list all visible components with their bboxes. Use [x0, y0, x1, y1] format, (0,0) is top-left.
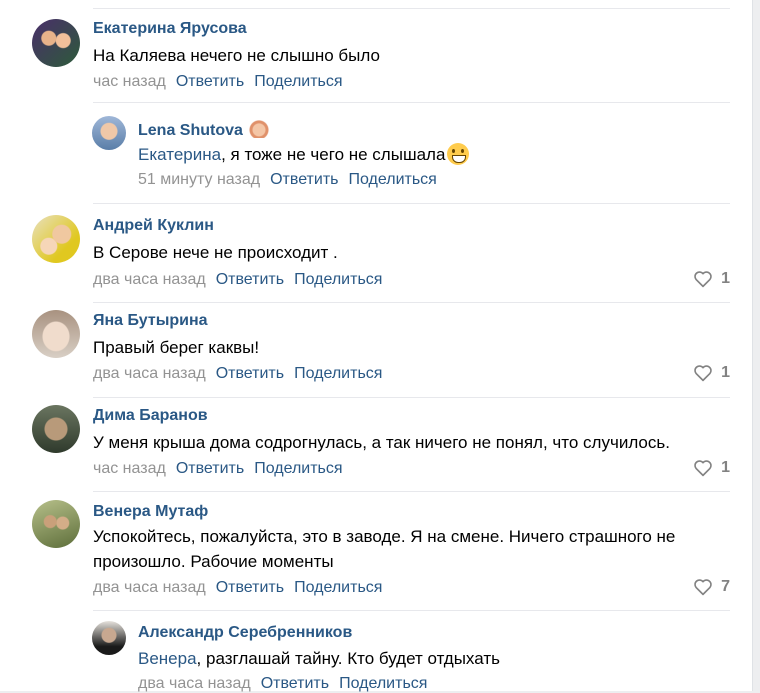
divider [93, 203, 730, 204]
like-button[interactable]: 1 [693, 270, 730, 288]
comment-text-line-2: произошло. Рабочие моменты [93, 552, 334, 571]
reply-to-link[interactable]: Екатерина [138, 145, 221, 164]
heart-icon [694, 460, 712, 477]
share-button[interactable]: Поделиться [294, 271, 382, 288]
like-count: 1 [721, 459, 730, 476]
comment-author[interactable]: Яна Бутырина [93, 312, 208, 330]
share-button[interactable]: Поделиться [254, 73, 342, 90]
comment-text: На Каляева нечего не слышно было [93, 46, 380, 65]
comment-meta: час назад Ответить Поделиться [93, 460, 343, 478]
emoji-badge-icon [248, 120, 269, 138]
avatar[interactable] [32, 310, 80, 358]
comment-meta: два часа назад Ответить Поделиться [93, 365, 382, 383]
grinning-face-icon [447, 143, 470, 165]
comment-meta: два часа назад Ответить Поделиться [138, 675, 427, 693]
comment-text: У меня крыша дома содрогнулась, а так ни… [93, 433, 670, 452]
like-count: 1 [721, 364, 730, 381]
divider [93, 8, 730, 9]
comment-meta: два часа назад Ответить Поделиться [93, 579, 382, 597]
comment-text: Екатерина, я тоже не чего не слышала [138, 142, 470, 167]
reply-button[interactable]: Ответить [270, 171, 338, 188]
comment-author[interactable]: Екатерина Ярусова [93, 20, 247, 38]
divider [93, 397, 730, 398]
share-button[interactable]: Поделиться [294, 579, 382, 596]
comment-text: Венера, разглашай тайну. Кто будет отдых… [138, 646, 500, 671]
comment-time[interactable]: час назад [93, 460, 166, 477]
like-button[interactable]: 1 [693, 364, 730, 382]
reply-to-link[interactable]: Венера [138, 649, 197, 668]
comment-time[interactable]: два часа назад [93, 271, 206, 288]
avatar[interactable] [92, 621, 126, 655]
reply-button[interactable]: Ответить [176, 460, 244, 477]
like-button[interactable]: 7 [693, 578, 730, 596]
comment-body: , разглашай тайну. Кто будет отдыхать [196, 649, 500, 668]
divider [93, 302, 730, 303]
comment-author[interactable]: Дима Баранов [93, 407, 208, 425]
share-button[interactable]: Поделиться [339, 675, 427, 692]
comment-text: Правый берег каквы! [93, 338, 260, 357]
like-count: 1 [721, 270, 730, 287]
share-button[interactable]: Поделиться [294, 365, 382, 382]
comment-author[interactable]: Андрей Куклин [93, 217, 214, 235]
like-count: 7 [721, 578, 730, 595]
reply-button[interactable]: Ответить [176, 73, 244, 90]
comment-time[interactable]: час назад [93, 73, 166, 90]
avatar[interactable] [32, 215, 80, 263]
reply-button[interactable]: Ответить [261, 675, 329, 692]
comment-author[interactable]: Венера Мутаф [93, 503, 208, 521]
divider [93, 491, 730, 492]
share-button[interactable]: Поделиться [348, 171, 436, 188]
comment-time[interactable]: два часа назад [93, 579, 206, 596]
avatar[interactable] [32, 19, 80, 67]
comment-time[interactable]: 51 минуту назад [138, 171, 260, 188]
heart-icon [694, 579, 712, 596]
avatar[interactable] [32, 405, 80, 453]
divider [93, 610, 730, 611]
author-name[interactable]: Lena Shutova [138, 122, 243, 139]
comment-body: , я тоже не чего не слышала [221, 145, 446, 164]
comment-author[interactable]: Lena Shutova [138, 120, 269, 140]
reply-button[interactable]: Ответить [216, 365, 284, 382]
avatar[interactable] [92, 116, 126, 150]
reply-button[interactable]: Ответить [216, 579, 284, 596]
comment-author[interactable]: Александр Серебренников [138, 624, 352, 642]
like-button[interactable]: 1 [693, 459, 730, 477]
comment-time[interactable]: два часа назад [93, 365, 206, 382]
comments-panel: Екатерина Ярусова На Каляева нечего не с… [0, 0, 753, 693]
comment-meta: два часа назад Ответить Поделиться [93, 271, 382, 289]
comment-text-line-1: Успокойтесь, пожалуйста, это в заводе. Я… [93, 527, 676, 546]
comment-meta: час назад Ответить Поделиться [93, 73, 343, 91]
comment-time[interactable]: два часа назад [138, 675, 251, 692]
divider [93, 102, 730, 103]
comment-text: В Серове нече не происходит . [93, 243, 338, 262]
comment-meta: 51 минуту назад Ответить Поделиться [138, 171, 437, 189]
share-button[interactable]: Поделиться [254, 460, 342, 477]
reply-button[interactable]: Ответить [216, 271, 284, 288]
avatar[interactable] [32, 500, 80, 548]
heart-icon [694, 271, 712, 288]
heart-icon [694, 365, 712, 382]
